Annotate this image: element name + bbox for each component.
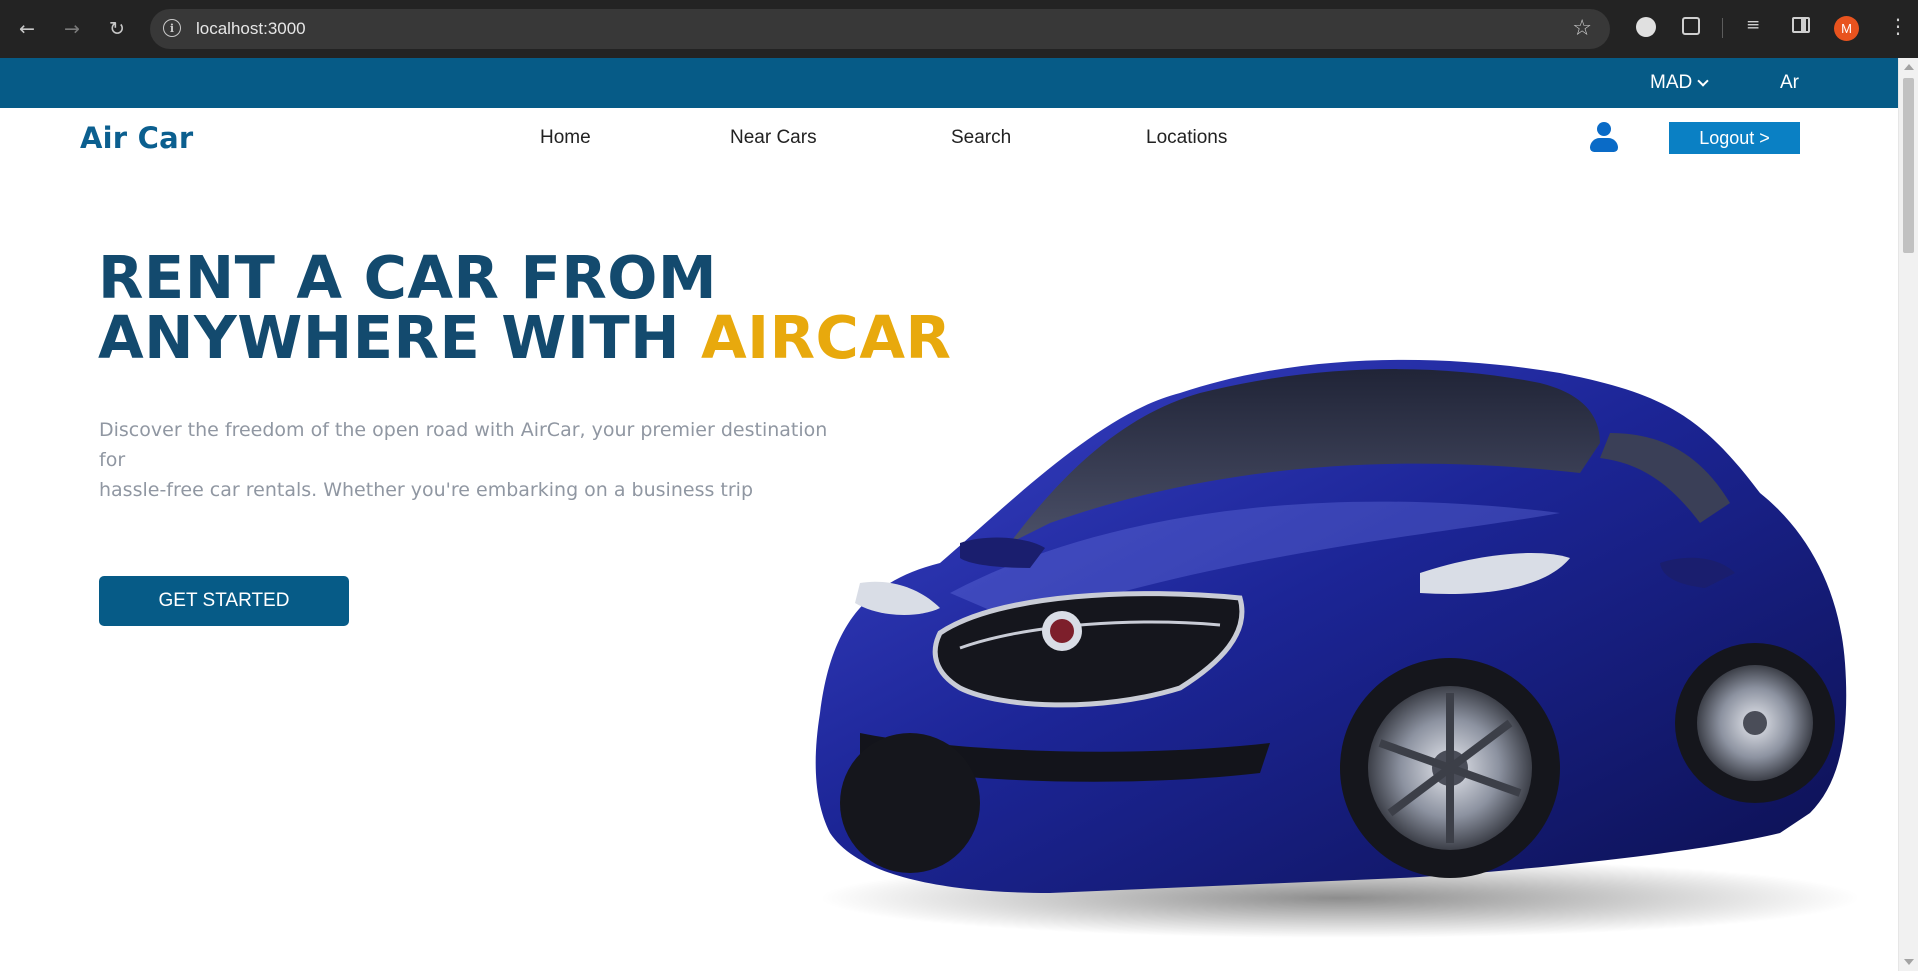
car-image xyxy=(815,359,1860,938)
top-bar: MAD Ar xyxy=(0,58,1898,108)
back-arrow-icon[interactable]: ← xyxy=(14,16,40,42)
hero-title-line1: RENT A CAR FROM xyxy=(98,243,718,312)
currency-label: MAD xyxy=(1650,72,1693,93)
brand-logo[interactable]: Air Car xyxy=(80,121,193,155)
browser-menu-icon[interactable]: ⋮ xyxy=(1888,16,1908,36)
language-switch[interactable]: Ar xyxy=(1780,72,1799,94)
toolbar-divider xyxy=(1722,18,1723,38)
site-info-icon[interactable]: i xyxy=(163,19,181,37)
address-bar[interactable]: i localhost:3000 ☆ xyxy=(150,9,1610,49)
nav-near-cars[interactable]: Near Cars xyxy=(730,127,817,149)
scroll-up-icon[interactable] xyxy=(1904,64,1914,70)
hero-description-line2: hassle-free car rentals. Whether you're … xyxy=(99,479,754,501)
get-started-button[interactable]: GET STARTED xyxy=(99,576,349,626)
nav-home[interactable]: Home xyxy=(540,127,591,149)
nav-search[interactable]: Search xyxy=(951,127,1011,149)
hero-description-line1: Discover the freedom of the open road wi… xyxy=(99,419,828,471)
hero-title-line2: ANYWHERE WITH xyxy=(98,303,701,372)
logout-button[interactable]: Logout > xyxy=(1669,122,1800,154)
chevron-down-icon xyxy=(1697,74,1709,87)
main-navbar: Air Car Home Near Cars Search Locations … xyxy=(0,108,1898,174)
currency-selector[interactable]: MAD xyxy=(1650,72,1709,94)
user-icon[interactable] xyxy=(1590,122,1618,154)
address-url[interactable]: localhost:3000 xyxy=(196,19,306,39)
page-viewport: MAD Ar Air Car Home Near Cars Search Loc… xyxy=(0,58,1898,971)
browser-toolbar: ← → ↻ i localhost:3000 ☆ ≡ M ⋮ xyxy=(0,0,1918,58)
nav-locations[interactable]: Locations xyxy=(1146,127,1227,149)
hero-description: Discover the freedom of the open road wi… xyxy=(99,415,859,505)
scroll-thumb[interactable] xyxy=(1903,78,1914,253)
side-panel-icon[interactable] xyxy=(1792,17,1810,33)
extension-circle-icon[interactable] xyxy=(1636,17,1656,37)
forward-arrow-icon[interactable]: → xyxy=(59,16,85,42)
puzzle-icon[interactable] xyxy=(1682,17,1700,35)
profile-avatar[interactable]: M xyxy=(1834,16,1859,41)
page-scrollbar[interactable] xyxy=(1898,58,1918,971)
reload-icon[interactable]: ↻ xyxy=(104,16,130,42)
bookmark-star-icon[interactable]: ☆ xyxy=(1572,16,1592,41)
scroll-down-icon[interactable] xyxy=(1904,959,1914,965)
media-control-icon[interactable]: ≡ xyxy=(1746,17,1760,34)
